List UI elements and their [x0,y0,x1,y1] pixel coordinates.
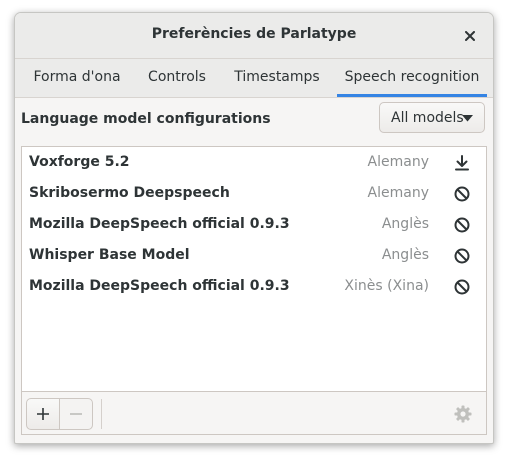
section-title: Language model configurations [21,111,271,127]
close-icon [465,31,475,41]
unavailable-icon [454,248,470,264]
tab-waveform[interactable]: Forma d'ona [21,59,133,94]
download-button[interactable] [452,153,472,173]
list-toolbar [21,392,487,435]
model-filter-dropdown[interactable]: All models [379,102,485,133]
window-title: Preferències de Parlatype [151,26,357,42]
gear-icon [454,405,472,423]
plus-icon [37,408,49,420]
add-model-button[interactable] [26,398,60,430]
model-row[interactable]: Voxforge 5.2 Alemany [22,147,486,178]
model-settings-button[interactable] [453,404,473,424]
preferences-window: Preferències de Parlatype Forma d'ona Co… [14,12,494,444]
toolbar-separator [101,399,102,429]
model-row[interactable]: Mozilla DeepSpeech official 0.9.3 Anglès [22,209,486,240]
download-icon [455,155,469,171]
model-language: Xinès (Xina) [344,278,429,294]
tab-bar: Forma d'ona Controls Timestamps Speech r… [15,59,493,98]
model-name: Mozilla DeepSpeech official 0.9.3 [29,278,290,294]
speech-recognition-page: Language model configurations All models… [15,98,493,443]
model-row[interactable]: Skribosermo Deepspeech Alemany [22,178,486,209]
tab-controls[interactable]: Controls [139,59,215,94]
unavailable-icon [454,279,470,295]
model-language: Anglès [381,247,429,263]
model-name: Voxforge 5.2 [29,154,130,170]
model-list: Voxforge 5.2 Alemany Skribosermo Deepspe… [21,146,487,392]
model-row[interactable]: Mozilla DeepSpeech official 0.9.3 Xinès … [22,271,486,302]
model-language: Alemany [367,154,429,170]
minus-icon [70,413,82,415]
model-name: Mozilla DeepSpeech official 0.9.3 [29,216,290,232]
model-language: Alemany [367,185,429,201]
title-bar: Preferències de Parlatype [15,13,493,59]
unavailable-button[interactable] [452,184,472,204]
model-name: Whisper Base Model [29,247,190,263]
model-filter-value: All models [391,110,464,126]
model-language: Anglès [381,216,429,232]
unavailable-button[interactable] [452,215,472,235]
model-name: Skribosermo Deepspeech [29,185,230,201]
unavailable-icon [454,186,470,202]
chevron-down-icon [462,115,473,122]
model-row[interactable]: Whisper Base Model Anglès [22,240,486,271]
unavailable-icon [454,217,470,233]
tab-timestamps[interactable]: Timestamps [225,59,329,94]
tab-speech-recognition[interactable]: Speech recognition [337,59,487,97]
close-button[interactable] [461,27,479,45]
unavailable-button[interactable] [452,246,472,266]
unavailable-button[interactable] [452,277,472,297]
remove-model-button[interactable] [59,398,93,430]
